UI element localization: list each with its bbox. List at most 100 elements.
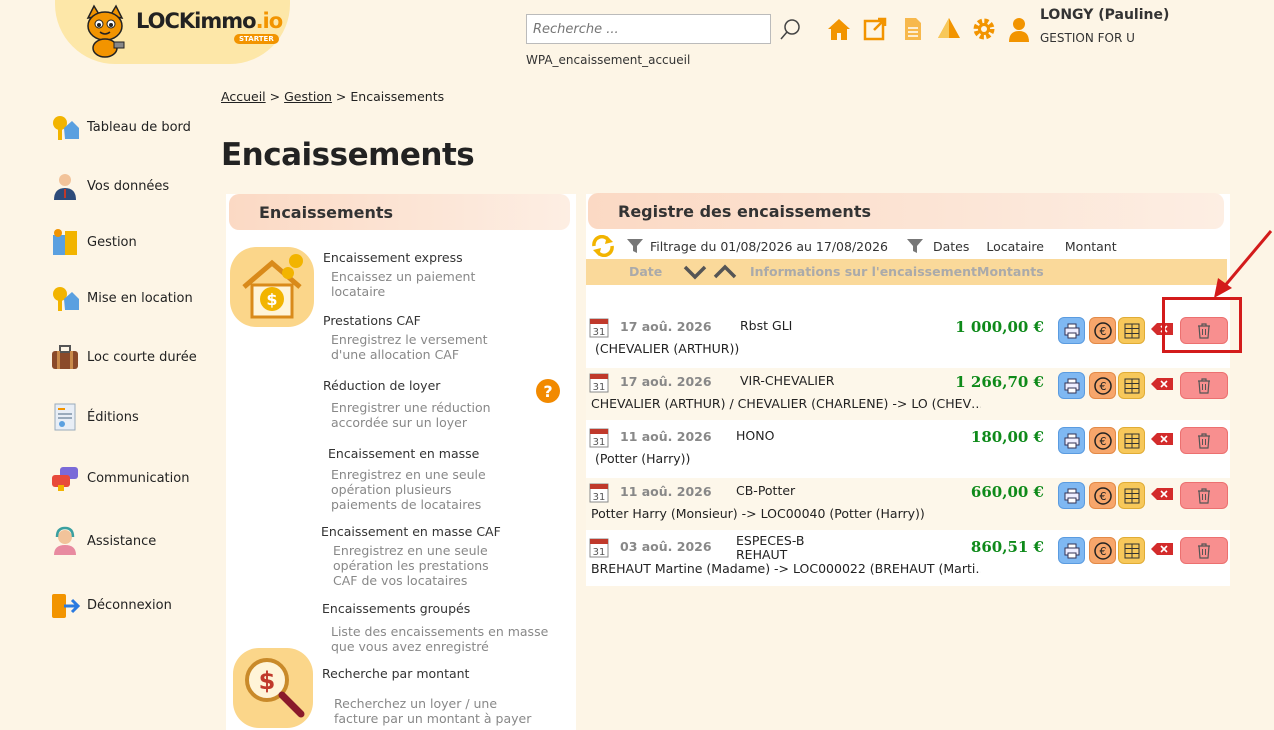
calendar-icon: 31	[589, 318, 609, 338]
cancel-tag-icon[interactable]	[1151, 378, 1173, 390]
logo-badge: STARTER	[234, 34, 279, 44]
col-amounts: Montants	[977, 264, 1044, 279]
filter-dates[interactable]: Dates	[933, 239, 969, 254]
cancel-tag-icon[interactable]	[1151, 433, 1173, 445]
delete-button[interactable]	[1180, 372, 1228, 399]
home-icon[interactable]	[826, 16, 852, 42]
option-grouped[interactable]: Encaissements groupés	[322, 601, 470, 616]
option-caf[interactable]: Prestations CAF	[323, 313, 421, 328]
print-button[interactable]	[1058, 372, 1085, 399]
printer-icon	[1064, 488, 1079, 503]
search-input[interactable]	[526, 14, 771, 44]
user-name[interactable]: LONGY (Pauline)	[1040, 7, 1169, 23]
table-row[interactable]: 31 11 aoû. 2026 HONO 180,00 € (Potter (H…	[586, 423, 1230, 475]
sidebar-item-logout[interactable]: Déconnexion	[50, 588, 210, 622]
breadcrumb-home[interactable]: Accueil	[221, 89, 266, 104]
table-row[interactable]: 31 17 aoû. 2026 VIR-CHEVALIER 1 266,70 €…	[586, 368, 1230, 420]
grid-icon	[1124, 488, 1139, 503]
external-link-icon[interactable]	[862, 16, 888, 42]
grid-icon	[1124, 378, 1139, 393]
user-icon[interactable]	[1006, 16, 1032, 42]
row-tenant: CHEVALIER (ARTHUR) / CHEVALIER (CHARLENE…	[591, 396, 981, 411]
cancel-tag-icon[interactable]	[1151, 488, 1173, 500]
payment-button[interactable]: €	[1089, 317, 1116, 344]
svg-text:€: €	[1099, 490, 1106, 503]
option-mass-caf[interactable]: Encaissement en masse CAF	[321, 524, 501, 539]
trash-icon	[1198, 377, 1210, 394]
details-button[interactable]	[1118, 427, 1145, 454]
table-row[interactable]: 31 11 aoû. 2026 CB-Potter 660,00 € Potte…	[586, 478, 1230, 530]
row-amount: 1 266,70 €	[955, 373, 1044, 391]
column-header: Date Informations sur l'encaissement Mon…	[586, 259, 1227, 285]
sidebar-item-assistance[interactable]: Assistance	[50, 524, 210, 558]
tent-icon[interactable]	[936, 16, 962, 42]
gear-icon[interactable]	[971, 16, 997, 42]
payment-button[interactable]: €	[1089, 427, 1116, 454]
breadcrumb-gestion[interactable]: Gestion	[284, 89, 332, 104]
grid-icon	[1124, 543, 1139, 558]
payment-button[interactable]: €	[1089, 372, 1116, 399]
row-amount: 180,00 €	[970, 428, 1044, 446]
filter-amount[interactable]: Montant	[1065, 239, 1117, 254]
details-button[interactable]	[1118, 372, 1145, 399]
payment-button[interactable]: €	[1089, 537, 1116, 564]
euro-icon: €	[1093, 541, 1112, 560]
breadcrumb: Accueil > Gestion > Encaissements	[221, 89, 445, 104]
print-button[interactable]	[1058, 427, 1085, 454]
suitcase-icon	[52, 345, 78, 369]
table-row[interactable]: 31 03 aoû. 2026 ESPECES-BREHAUT 860,51 €…	[586, 533, 1230, 585]
filter-icon[interactable]	[906, 238, 924, 254]
row-date: 11 aoû. 2026	[620, 429, 712, 444]
filter-icon[interactable]	[626, 238, 644, 254]
col-date[interactable]: Date	[629, 264, 662, 279]
delete-button[interactable]	[1180, 427, 1228, 454]
logo-text: LOCKimmo.io	[136, 9, 283, 33]
cat-mascot-icon	[86, 4, 125, 58]
details-button[interactable]	[1118, 482, 1145, 509]
sidebar-item-communication[interactable]: Communication	[50, 461, 210, 495]
house-money-icon: $	[230, 247, 314, 327]
printer-icon	[1064, 433, 1079, 448]
payment-button[interactable]: €	[1089, 482, 1116, 509]
chevron-up-icon[interactable]	[712, 263, 738, 281]
option-mass[interactable]: Encaissement en masse	[328, 446, 479, 461]
option-express[interactable]: Encaissement express	[323, 250, 463, 265]
option-mass-caf-desc: Enregistrez en une seule opération les pr…	[333, 543, 489, 588]
sidebar-item-editions[interactable]: Éditions	[50, 400, 210, 434]
sidebar-item-rental[interactable]: Mise en location	[50, 281, 210, 315]
svg-text:31: 31	[593, 382, 606, 393]
logout-icon	[52, 594, 80, 618]
print-button[interactable]	[1058, 482, 1085, 509]
option-express-desc: Encaissez un paiement locataire	[331, 269, 476, 299]
print-button[interactable]	[1058, 317, 1085, 344]
filter-period[interactable]: Filtrage du 01/08/2026 au 17/08/2026	[650, 239, 888, 254]
refresh-icon[interactable]	[590, 235, 616, 257]
option-reduction[interactable]: Réduction de loyer	[323, 378, 440, 393]
delete-button[interactable]	[1180, 537, 1228, 564]
row-amount: 860,51 €	[970, 538, 1044, 556]
chevron-down-icon[interactable]	[682, 263, 708, 281]
details-button[interactable]	[1118, 317, 1145, 344]
sidebar-item-data[interactable]: Vos données	[50, 169, 210, 203]
money-search-icon: $	[233, 648, 313, 728]
filter-tenant[interactable]: Locataire	[986, 239, 1044, 254]
svg-text:€: €	[1099, 380, 1106, 393]
person-icon	[54, 174, 76, 200]
details-button[interactable]	[1118, 537, 1145, 564]
document-icon[interactable]	[900, 16, 926, 42]
euro-icon: €	[1093, 321, 1112, 340]
print-button[interactable]	[1058, 537, 1085, 564]
option-search-amount[interactable]: Recherche par montant	[322, 666, 469, 681]
sidebar-item-short-term[interactable]: Loc courte durée	[50, 340, 210, 374]
sidebar-item-dashboard[interactable]: Tableau de bord	[50, 110, 210, 144]
search-icon[interactable]	[778, 16, 804, 42]
cancel-tag-icon[interactable]	[1151, 543, 1173, 555]
svg-text:31: 31	[593, 492, 606, 503]
help-icon[interactable]: ?	[536, 379, 560, 403]
row-label: HONO	[736, 428, 775, 443]
printer-icon	[1064, 323, 1079, 338]
sidebar-item-management[interactable]: Gestion	[50, 225, 210, 259]
row-tenant: Potter Harry (Monsieur) -> LOC00040 (Pot…	[591, 506, 925, 521]
delete-button[interactable]	[1180, 482, 1228, 509]
table-row[interactable]: 31 17 aoû. 2026 Rbst GLI 1 000,00 € (CHE…	[586, 313, 1230, 365]
